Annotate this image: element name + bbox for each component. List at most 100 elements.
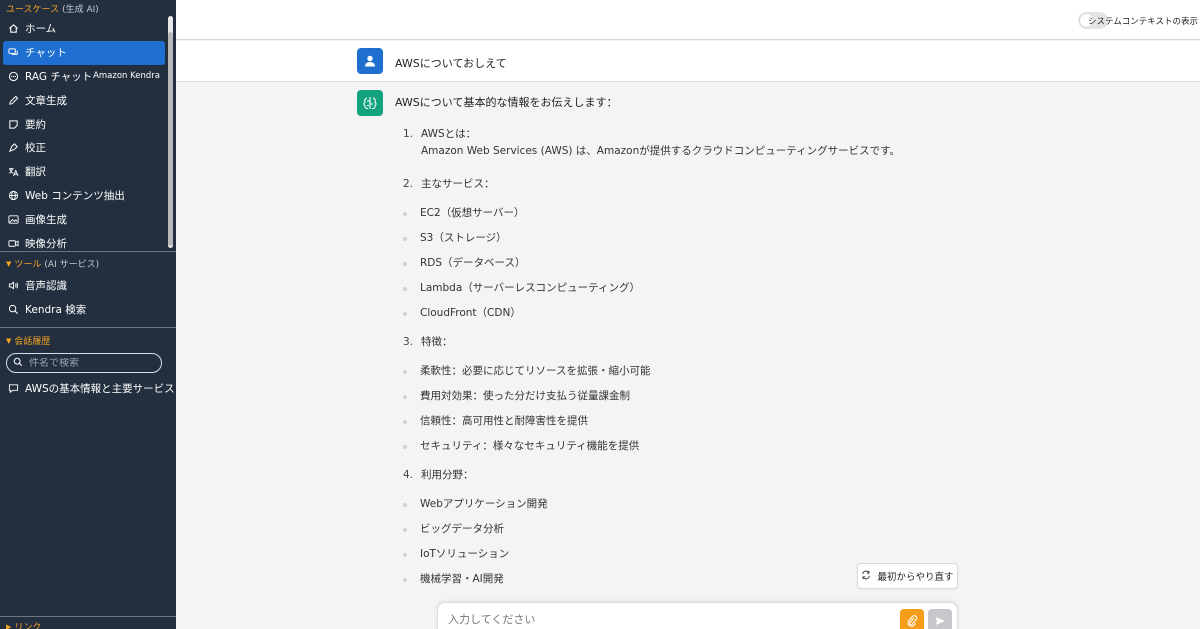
bullet (403, 286, 407, 291)
list-number: 4. (403, 469, 414, 481)
list-item: 機械学習・AI開発 (403, 567, 900, 592)
chat-input[interactable] (448, 613, 888, 626)
paperclip-icon (907, 615, 918, 627)
section-title: AWSとは： (421, 128, 477, 140)
assistant-message: AWSについて基本的な情報をお伝えします： 1. AWSとは： Amazon W… (176, 82, 1200, 629)
history-search-input[interactable] (29, 357, 149, 369)
list-item: 信頼性：高可用性と耐障害性を提供 (403, 409, 900, 434)
list-item: 費用対効果：使った分だけ支払う従量課金制 (403, 384, 900, 409)
history-section: ▼ 会話履歴 AWSの基本情報と主要サービス (0, 327, 176, 401)
sidebar-item-label: 文章生成 (25, 94, 67, 107)
history-item[interactable]: AWSの基本情報と主要サービス (0, 377, 176, 401)
list-item: セキュリティ：様々なセキュリティ機能を提供 (403, 434, 900, 459)
sidebar-usecase-scroll: ユースケース (生成 AI) ホーム チャット RAG チャット Amazon … (0, 0, 176, 251)
refresh-icon (861, 570, 871, 583)
list-item: ビッグデータ分析 (403, 517, 900, 542)
assistant-avatar (357, 90, 383, 116)
bullet (403, 369, 407, 374)
speaker-icon (8, 280, 19, 291)
sidebar-item-chat[interactable]: チャット (3, 40, 165, 65)
brain-icon (363, 97, 377, 110)
home-icon (8, 23, 19, 34)
section-2: 2. 主なサービス： EC2（仮想サーバー） S3（ストレージ） RDS（データ… (403, 176, 900, 326)
pencil-icon (8, 95, 19, 106)
section-title: 主なサービス： (421, 178, 495, 190)
sidebar-item-speech-recognition[interactable]: 音声認識 (0, 274, 176, 298)
sidebar-item-label: チャット (25, 47, 67, 60)
section-body: Amazon Web Services (AWS) は、Amazonが提供するク… (421, 145, 901, 157)
video-icon (8, 238, 19, 249)
user-icon (365, 55, 375, 67)
user-message-text: AWSについておしえて (395, 57, 507, 70)
search-icon (13, 357, 23, 370)
section-3: 3. 特徴： 柔軟性：必要に応じてリソースを拡張・縮小可能 費用対効果：使った分… (403, 334, 900, 459)
link-section: ▶ リンク (0, 616, 176, 629)
chat-input-box (437, 602, 958, 629)
chat-bubble-icon (8, 383, 19, 394)
list-item: 柔軟性：必要に応じてリソースを拡張・縮小可能 (403, 359, 900, 384)
sidebar-item-label: 要約 (25, 118, 46, 131)
sidebar-item-rag-chat[interactable]: RAG チャット Amazon Kendra (0, 65, 176, 89)
section-title: 特徴： (421, 336, 453, 348)
usecase-paren: (生成 AI) (62, 5, 99, 15)
usecase-title: ユースケース (6, 5, 60, 15)
bullet (403, 444, 407, 449)
bullet (403, 236, 407, 241)
sidebar-item-proofread[interactable]: 校正 (0, 136, 176, 160)
sidebar-scrollbar-thumb[interactable] (168, 32, 173, 246)
list-item-text: CloudFront（CDN） (420, 307, 521, 319)
sidebar-item-translate[interactable]: 翻訳 (0, 160, 176, 184)
caret-down-icon: ▼ (6, 336, 12, 345)
system-context-toggle-label: システムコンテキストの表示 (1088, 17, 1198, 27)
sidebar-item-summary[interactable]: 要約 (0, 112, 176, 136)
history-item-label: AWSの基本情報と主要サービス (25, 383, 175, 396)
list-item-text: Webアプリケーション開発 (420, 498, 548, 510)
sidebar-item-web-extract[interactable]: Web コンテンツ抽出 (0, 184, 176, 208)
history-search-box[interactable] (6, 353, 162, 373)
list-number: 2. (403, 178, 414, 190)
list-item: S3（ストレージ） (403, 226, 900, 251)
list-item-text: EC2（仮想サーバー） (420, 207, 525, 219)
tools-paren: (AI サービス) (44, 260, 100, 270)
list-item-text: Lambda（サーバーレスコンピューティング） (420, 282, 641, 294)
sidebar-item-home[interactable]: ホーム (0, 17, 176, 41)
section-1: 1. AWSとは： Amazon Web Services (AWS) は、Am… (403, 126, 900, 160)
list-number: 3. (403, 336, 414, 348)
assistant-intro: AWSについて基本的な情報をお伝えします： (395, 96, 618, 109)
ordered-item: 1. AWSとは： Amazon Web Services (AWS) は、Am… (403, 126, 900, 160)
sidebar-item-kendra-search[interactable]: Kendra 検索 (0, 298, 176, 322)
ordered-item: 4. 利用分野： (403, 467, 900, 484)
list-item-text: 柔軟性：必要に応じてリソースを拡張・縮小可能 (420, 365, 651, 377)
bullet (403, 419, 407, 424)
retry-label: 最初からやり直す (877, 572, 954, 583)
search-icon (8, 304, 19, 315)
sidebar-item-image-generation[interactable]: 画像生成 (0, 207, 176, 231)
retry-button[interactable]: 最初からやり直す (857, 563, 958, 589)
sidebar-scrollbar[interactable] (168, 16, 173, 248)
sidebar-item-text-generation[interactable]: 文章生成 (0, 88, 176, 112)
list-item: EC2（仮想サーバー） (403, 201, 900, 226)
sidebar-item-label: 校正 (25, 142, 46, 155)
bullet (403, 261, 407, 266)
list-item: CloudFront（CDN） (403, 301, 900, 326)
image-icon (8, 214, 19, 225)
send-icon (935, 617, 945, 625)
tools-section: ▼ ツール (AI サービス) 音声認識 Kendra 検索 (0, 251, 176, 322)
attach-button[interactable] (900, 609, 924, 629)
link-section-title[interactable]: ▶ リンク (0, 618, 176, 629)
caret-right-icon: ▶ (6, 622, 12, 629)
bullet (403, 502, 407, 507)
list-item-text: S3（ストレージ） (420, 232, 507, 244)
history-section-title[interactable]: ▼ 会話履歴 (0, 328, 176, 349)
sidebar-item-label: RAG チャット (25, 70, 93, 83)
tools-title: ツール (14, 260, 42, 270)
list-item-text: 信頼性：高可用性と耐障害性を提供 (420, 415, 588, 427)
list-item: IoTソリューション (403, 542, 900, 567)
chat-icon (8, 47, 19, 58)
list-item-text: IoTソリューション (420, 548, 510, 560)
send-button[interactable] (928, 609, 952, 629)
list-item: Lambda（サーバーレスコンピューティング） (403, 276, 900, 301)
tools-section-title[interactable]: ▼ ツール (AI サービス) (0, 252, 176, 274)
sidebar-item-label: Web コンテンツ抽出 (25, 189, 125, 202)
sidebar: ユースケース (生成 AI) ホーム チャット RAG チャット Amazon … (0, 0, 176, 629)
